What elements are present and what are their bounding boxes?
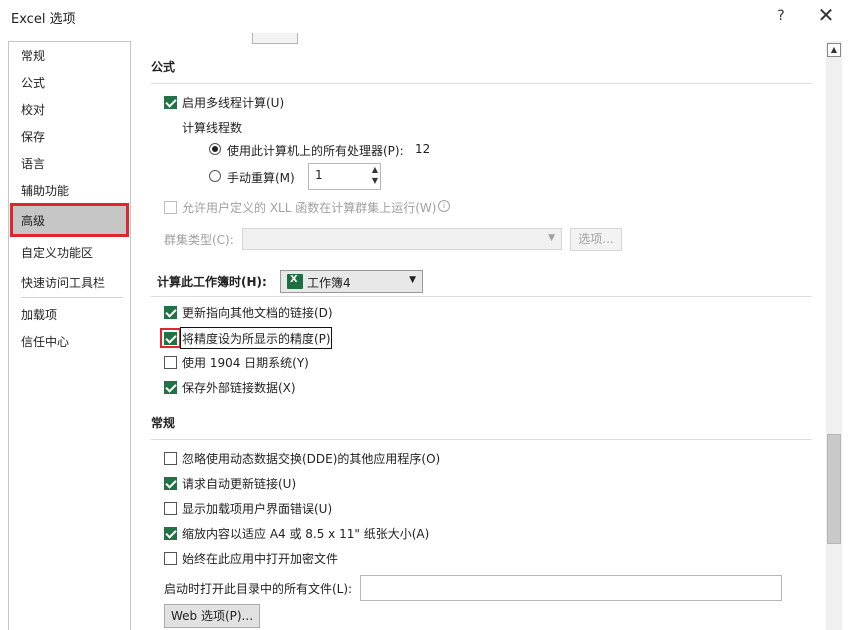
sidebar-divider — [21, 297, 123, 298]
xll-cluster-checkbox[interactable] — [164, 201, 177, 214]
date-1904-label: 使用 1904 日期系统(Y) — [182, 356, 309, 370]
addin-ui-errors-label: 显示加载项用户界面错误(U) — [182, 502, 333, 516]
web-options-button[interactable]: Web 选项(P)... — [164, 604, 260, 628]
section-title-general: 常规 — [151, 416, 176, 430]
update-links-label: 更新指向其他文档的链接(D) — [182, 306, 333, 320]
xll-cluster-label: 允许用户定义的 XLL 函数在计算群集上运行(W) — [182, 201, 437, 215]
precision-as-displayed-label: 将精度设为所显示的精度(P) — [182, 332, 331, 346]
sidebar-item-accessibility[interactable]: 辅助功能 — [21, 182, 69, 199]
stepper-up-icon[interactable]: ▲ — [372, 165, 378, 174]
scrolled-control-stub — [252, 33, 298, 44]
thread-count-label: 计算线程数 — [182, 121, 243, 135]
use-all-processors-label: 使用此计算机上的所有处理器(P): — [227, 144, 404, 158]
sidebar: 常规 公式 校对 保存 语言 辅助功能 高级 自定义功能区 快速访问工具栏 加载… — [8, 41, 131, 630]
sidebar-item-advanced[interactable]: 高级 — [10, 203, 129, 237]
section-title-formulas: 公式 — [151, 60, 176, 74]
auto-update-links-label: 请求自动更新链接(U) — [182, 477, 297, 491]
sidebar-item-trust-center[interactable]: 信任中心 — [21, 333, 69, 350]
precision-as-displayed-checkbox[interactable] — [164, 332, 177, 345]
cluster-type-select[interactable]: ▼ — [242, 228, 562, 250]
cluster-type-label: 群集类型(C): — [164, 233, 234, 247]
addin-ui-errors-checkbox[interactable] — [164, 502, 177, 515]
use-all-processors-radio[interactable] — [209, 143, 221, 155]
chevron-down-icon: ▼ — [409, 275, 416, 285]
manual-threads-label: 手动重算(M) — [227, 171, 295, 185]
sidebar-item-customize-ribbon[interactable]: 自定义功能区 — [21, 244, 93, 261]
scroll-up-icon[interactable]: ▲ — [827, 43, 841, 57]
window-title: Excel 选项 — [11, 12, 76, 27]
manual-threads-value: 1 — [315, 168, 323, 182]
manual-threads-radio[interactable] — [209, 170, 221, 182]
sidebar-item-save[interactable]: 保存 — [21, 128, 45, 145]
title-bar: Excel 选项 ? ✕ — [0, 0, 850, 33]
chevron-down-icon: ▼ — [548, 233, 555, 243]
startup-folder-label: 启动时打开此目录中的所有文件(L): — [164, 582, 353, 596]
multithread-checkbox[interactable] — [164, 96, 177, 109]
cluster-options-button[interactable]: 选项... — [570, 228, 622, 251]
close-button[interactable]: ✕ — [815, 4, 837, 26]
sidebar-item-language[interactable]: 语言 — [21, 155, 45, 172]
section-divider — [151, 439, 812, 440]
scale-to-paper-label: 缩放内容以适应 A4 或 8.5 x 11" 纸张大小(A) — [182, 527, 430, 541]
info-icon: i — [438, 200, 450, 212]
open-encrypted-label: 始终在此应用中打开加密文件 — [182, 552, 339, 566]
sidebar-item-advanced-label: 高级 — [21, 214, 46, 228]
section-divider — [151, 83, 812, 84]
processor-count: 12 — [415, 142, 431, 156]
excel-icon — [287, 274, 303, 289]
stepper-down-icon[interactable]: ▼ — [372, 176, 378, 185]
sidebar-item-add-ins[interactable]: 加载项 — [21, 306, 57, 323]
scale-to-paper-checkbox[interactable] — [164, 527, 177, 540]
manual-threads-stepper[interactable]: 1 ▲ ▼ — [308, 163, 381, 190]
save-external-links-checkbox[interactable] — [164, 381, 177, 394]
sidebar-item-proofing[interactable]: 校对 — [21, 101, 45, 118]
sidebar-item-general[interactable]: 常规 — [21, 47, 45, 64]
update-links-checkbox[interactable] — [164, 306, 177, 319]
workbook-calc-label: 计算此工作簿时(H): — [157, 275, 267, 289]
sidebar-item-quick-access-toolbar[interactable]: 快速访问工具栏 — [21, 274, 105, 291]
save-external-links-label: 保存外部链接数据(X) — [182, 381, 296, 395]
section-divider — [151, 296, 812, 297]
ignore-dde-checkbox[interactable] — [164, 452, 177, 465]
scrollbar[interactable]: ▲ — [826, 41, 842, 630]
date-1904-checkbox[interactable] — [164, 356, 177, 369]
startup-folder-input[interactable] — [360, 575, 782, 601]
sidebar-item-formulas[interactable]: 公式 — [21, 74, 45, 91]
auto-update-links-checkbox[interactable] — [164, 477, 177, 490]
workbook-select[interactable]: 工作簿4 ▼ — [280, 270, 423, 293]
open-encrypted-checkbox[interactable] — [164, 552, 177, 565]
multithread-label: 启用多线程计算(U) — [182, 96, 285, 110]
workbook-name: 工作簿4 — [307, 276, 351, 290]
scroll-thumb[interactable] — [827, 434, 841, 544]
help-button[interactable]: ? — [771, 6, 791, 26]
ignore-dde-label: 忽略使用动态数据交换(DDE)的其他应用程序(O) — [182, 452, 441, 466]
